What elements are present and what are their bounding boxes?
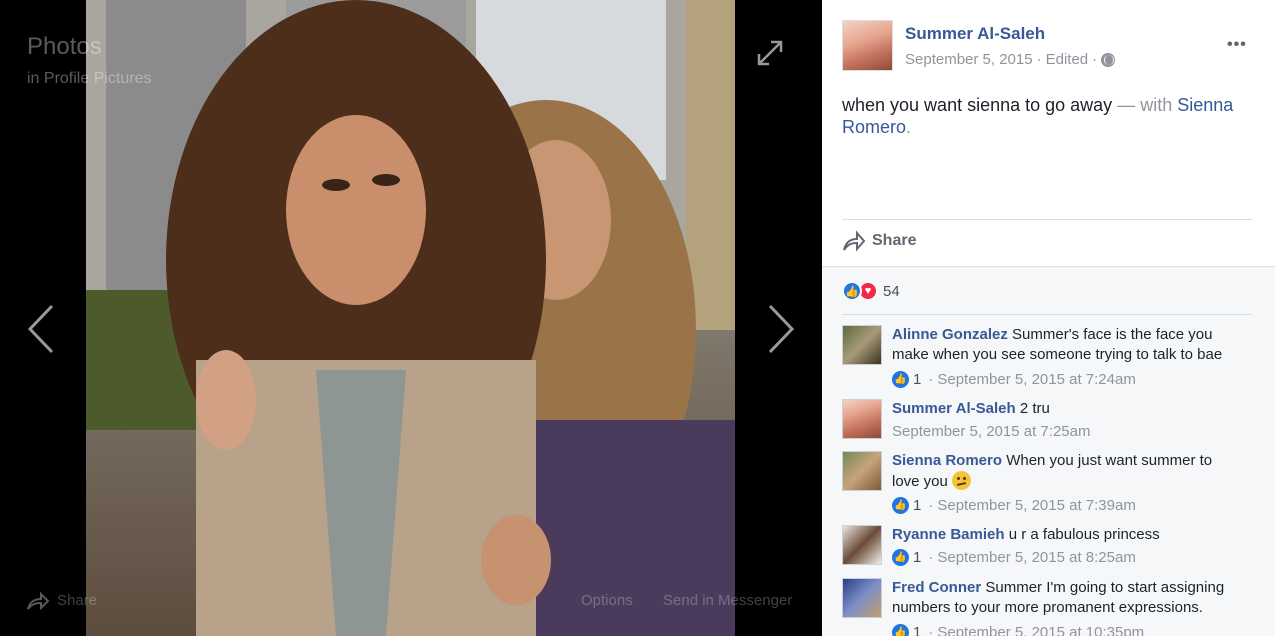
comment-like-count[interactable]: 1	[913, 497, 921, 514]
edited-label[interactable]: Edited	[1046, 51, 1089, 68]
comment-meta: September 5, 2015 at 7:25am	[892, 423, 1090, 440]
avatar[interactable]	[842, 578, 882, 618]
chevron-right-icon[interactable]	[760, 302, 800, 356]
post-photo[interactable]	[86, 0, 735, 636]
comments-section: 👍 ♥ 54 Alinne Gonzalez Summer's face is …	[822, 266, 1275, 636]
avatar[interactable]	[842, 399, 882, 439]
comment-timestamp[interactable]: September 5, 2015 at 8:25am	[937, 549, 1135, 566]
meta-dot: ·	[928, 497, 934, 514]
comment-author[interactable]: Alinne Gonzalez	[892, 326, 1008, 343]
photo-illustration	[86, 0, 735, 636]
comment-meta: 👍 1 · September 5, 2015 at 8:25am	[892, 549, 1136, 566]
chevron-left-icon[interactable]	[22, 302, 62, 356]
comment-timestamp[interactable]: September 5, 2015 at 7:24am	[937, 371, 1135, 388]
comment-timestamp[interactable]: September 5, 2015 at 7:25am	[892, 423, 1090, 440]
reactions-summary[interactable]: 👍 ♥ 54	[842, 281, 900, 301]
expand-icon[interactable]	[757, 40, 783, 66]
photo-viewer: Photos in Profile Pictures Share Options…	[0, 0, 822, 636]
meta-dot: ·	[928, 624, 934, 636]
meta-dot: ·	[928, 549, 934, 566]
post-meta: September 5, 2015 · Edited ·	[905, 51, 1116, 68]
options-button[interactable]: Options	[581, 592, 633, 609]
thumbs-up-icon: 👍	[892, 371, 909, 388]
album-link[interactable]: in Profile Pictures	[27, 70, 152, 88]
avatar[interactable]	[842, 325, 882, 365]
comment-like-count[interactable]: 1	[913, 371, 921, 388]
share-button[interactable]: Share	[842, 230, 916, 252]
comment-text: u r a fabulous princess	[1008, 526, 1160, 543]
comment-body: Fred Conner Summer I'm going to start as…	[892, 578, 1237, 618]
meta-dot: ·	[1092, 51, 1098, 68]
post-text: when you want sienna to go away — with S…	[842, 94, 1242, 138]
post-date[interactable]: September 5, 2015	[905, 51, 1033, 68]
meta-dot: ·	[1036, 51, 1042, 68]
confused-face-icon	[952, 471, 972, 490]
comment-body: Summer Al-Saleh 2 tru	[892, 399, 1237, 419]
comment-body: Ryanne Bamieh u r a fabulous princess	[892, 525, 1237, 545]
more-options-button[interactable]: •••	[1227, 36, 1247, 54]
comment-meta: 👍 1 · September 5, 2015 at 7:39am	[892, 497, 1136, 514]
comment-author[interactable]: Sienna Romero	[892, 452, 1002, 469]
comment-author[interactable]: Ryanne Bamieh	[892, 526, 1005, 543]
author-avatar[interactable]	[842, 20, 893, 71]
with-label: — with	[1117, 95, 1173, 115]
comment-timestamp[interactable]: September 5, 2015 at 7:39am	[937, 497, 1135, 514]
comment-meta: 👍 1 · September 5, 2015 at 7:24am	[892, 371, 1136, 388]
post-caption: when you want sienna to go away	[842, 95, 1113, 115]
reaction-count[interactable]: 54	[883, 283, 900, 300]
avatar[interactable]	[842, 451, 882, 491]
send-in-messenger-button[interactable]: Send in Messenger	[663, 592, 792, 609]
thumbs-up-icon: 👍	[842, 281, 862, 301]
thumbs-up-icon: 👍	[892, 497, 909, 514]
meta-dot: ·	[928, 371, 934, 388]
thumbs-up-icon: 👍	[892, 624, 909, 636]
comment-author[interactable]: Fred Conner	[892, 579, 981, 596]
comment-body: Alinne Gonzalez Summer's face is the fac…	[892, 325, 1237, 365]
viewer-share-button[interactable]: Share	[57, 592, 97, 609]
share-label: Share	[872, 232, 917, 249]
post-author[interactable]: Summer Al-Saleh	[905, 24, 1045, 44]
comment-like-count[interactable]: 1	[913, 624, 921, 636]
divider	[842, 219, 1252, 220]
comment-meta: 👍 1 · September 5, 2015 at 10:35pm	[892, 624, 1144, 636]
share-arrow-icon[interactable]	[26, 591, 50, 611]
comment-text: 2 tru	[1019, 400, 1050, 417]
period: .	[906, 117, 912, 137]
divider	[842, 314, 1252, 315]
comment-like-count[interactable]: 1	[913, 549, 921, 566]
thumbs-up-icon: 👍	[892, 549, 909, 566]
comment-author[interactable]: Summer Al-Saleh	[892, 400, 1016, 417]
viewer-title: Photos	[27, 33, 102, 60]
avatar[interactable]	[842, 525, 882, 565]
comment-body: Sienna Romero When you just want summer …	[892, 451, 1237, 492]
comment-timestamp[interactable]: September 5, 2015 at 10:35pm	[937, 624, 1144, 636]
globe-icon[interactable]	[1101, 52, 1116, 67]
share-arrow-icon	[843, 230, 866, 252]
post-sidebar: Summer Al-Saleh September 5, 2015 · Edit…	[822, 0, 1275, 636]
